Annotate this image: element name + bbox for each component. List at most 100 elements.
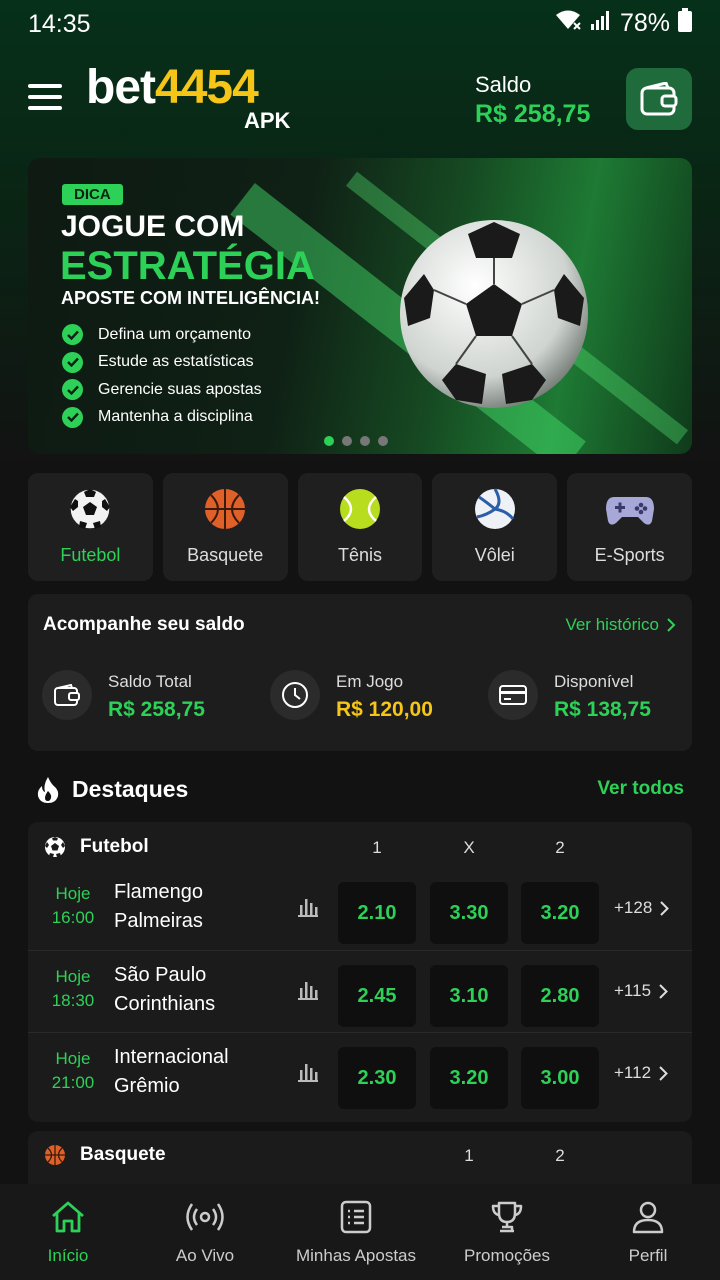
balance-card-title: Acompanhe seu saldo bbox=[43, 614, 245, 635]
sport-esports[interactable]: E-Sports bbox=[567, 473, 692, 581]
nav-perfil[interactable]: Perfil bbox=[576, 1184, 720, 1280]
sports-categories: Futebol Basquete Tênis Vôlei E-Sports bbox=[28, 473, 692, 581]
sport-tenis[interactable]: Tênis bbox=[297, 473, 423, 581]
match-row[interactable]: Hoje 16:00 Flamengo Palmeiras 2.10 3.30 3.… bbox=[28, 868, 692, 950]
match-teams: Flamengo Palmeiras bbox=[114, 878, 203, 936]
check-icon bbox=[62, 351, 83, 373]
balance-item-label: Em Jogo bbox=[336, 672, 404, 691]
nav-promocoes[interactable]: Promoções bbox=[438, 1184, 576, 1280]
banner-tip-text: Estude as estatísticas bbox=[98, 353, 254, 371]
history-link[interactable]: Ver histórico bbox=[565, 615, 676, 635]
pagination-dot[interactable] bbox=[342, 436, 352, 446]
sport-label: Tênis bbox=[337, 545, 382, 565]
home-team: Flamengo bbox=[114, 881, 203, 903]
odd-button[interactable]: 3.20 bbox=[521, 882, 599, 944]
banner-tip: Gerencie suas apostas bbox=[62, 376, 262, 404]
menu-icon[interactable] bbox=[28, 84, 62, 112]
promo-banner[interactable]: DICA JOGUE COM ESTRATÉGIA APOSTE COM INT… bbox=[28, 158, 692, 454]
status-bar: 14:35 78% bbox=[0, 0, 720, 48]
banner-tip-text: Defina um orçamento bbox=[98, 325, 251, 343]
away-team: Corinthians bbox=[114, 993, 216, 1015]
wallet-icon bbox=[42, 670, 92, 720]
wallet-button[interactable] bbox=[626, 68, 692, 130]
match-time: Hoje 16:00 bbox=[44, 882, 102, 930]
nav-minhas-apostas[interactable]: Minhas Apostas bbox=[274, 1184, 438, 1280]
balance-item-label: Saldo Total bbox=[108, 672, 192, 691]
odds-column-header: 2 bbox=[555, 1146, 565, 1165]
sport-label: Vôlei bbox=[474, 545, 515, 565]
pagination-dot[interactable] bbox=[378, 436, 388, 446]
highlights-header: Destaques Ver todos bbox=[28, 770, 692, 810]
bet-list-icon bbox=[340, 1200, 372, 1234]
match-row[interactable]: Hoje 21:00 Internacional Grêmio 2.30 3.20 … bbox=[28, 1032, 692, 1114]
match-time: Hoje 21:00 bbox=[44, 1047, 102, 1095]
match-hour: 16:00 bbox=[51, 908, 95, 927]
match-day: Hoje bbox=[55, 967, 91, 986]
sport-futebol[interactable]: Futebol bbox=[28, 473, 153, 581]
app-logo[interactable]: bet4454 APK bbox=[86, 61, 290, 134]
banner-tip: Defina um orçamento bbox=[62, 321, 262, 349]
soccer-ball-icon bbox=[69, 488, 112, 530]
basketball-icon bbox=[45, 1145, 65, 1165]
sport-volei[interactable]: Vôlei bbox=[432, 473, 558, 581]
sport-label: Futebol bbox=[60, 545, 121, 565]
sport-label: E-Sports bbox=[594, 545, 665, 565]
soccer-ball-image bbox=[400, 220, 588, 408]
check-icon bbox=[62, 324, 83, 346]
status-time: 14:35 bbox=[28, 10, 91, 38]
banner-title-1: JOGUE COM bbox=[61, 210, 245, 243]
logo-sub: APK bbox=[244, 108, 291, 133]
nav-label: Ao Vivo bbox=[175, 1246, 235, 1265]
match-row[interactable]: Hoje 18:30 São Paulo Corinthians 2.45 3.10… bbox=[28, 950, 692, 1032]
odd-button[interactable]: 3.30 bbox=[430, 882, 508, 944]
odds-column-header: 1 bbox=[464, 1146, 474, 1165]
odd-button[interactable]: 2.45 bbox=[338, 965, 416, 1027]
stats-icon[interactable] bbox=[296, 896, 320, 918]
match-teams: São Paulo Corinthians bbox=[114, 961, 215, 1019]
pagination-dot[interactable] bbox=[324, 436, 334, 446]
odd-button[interactable]: 2.80 bbox=[521, 965, 599, 1027]
nav-ao-vivo[interactable]: Ao Vivo bbox=[136, 1184, 274, 1280]
balance-item-value: R$ 120,00 bbox=[336, 698, 433, 721]
more-markets-count: +115 bbox=[614, 981, 652, 1000]
odds-column-header: 1 bbox=[372, 838, 382, 857]
stats-icon[interactable] bbox=[296, 979, 320, 1001]
more-markets-button[interactable]: +115 bbox=[614, 981, 668, 1001]
match-teams: Internacional Grêmio bbox=[114, 1043, 229, 1101]
pagination-dot[interactable] bbox=[360, 436, 370, 446]
logo-main: bet bbox=[86, 61, 156, 114]
history-link-label: Ver histórico bbox=[565, 615, 659, 634]
highlights-title: Destaques bbox=[72, 776, 189, 802]
odd-button[interactable]: 3.10 bbox=[430, 965, 508, 1027]
volleyball-icon bbox=[474, 488, 515, 529]
trophy-icon bbox=[491, 1201, 523, 1233]
balance-item-label: Disponível bbox=[554, 672, 634, 691]
match-time: Hoje 18:30 bbox=[44, 965, 102, 1013]
battery-icon bbox=[678, 8, 692, 39]
tennis-ball-icon bbox=[339, 489, 380, 529]
sport-basquete[interactable]: Basquete bbox=[162, 473, 288, 581]
league-name: Basquete bbox=[80, 1144, 166, 1165]
nav-inicio[interactable]: Início bbox=[0, 1184, 136, 1280]
more-markets-button[interactable]: +128 bbox=[614, 898, 670, 918]
wifi-icon bbox=[554, 9, 582, 38]
see-all-link[interactable]: Ver todos bbox=[597, 778, 684, 800]
odds-column-header: X bbox=[463, 838, 475, 857]
balance-card: Acompanhe seu saldo Ver histórico Saldo … bbox=[28, 594, 692, 751]
balance-value: R$ 258,75 bbox=[475, 100, 591, 128]
home-icon bbox=[52, 1201, 84, 1233]
balance-item-value: R$ 258,75 bbox=[108, 698, 205, 721]
odd-button[interactable]: 2.30 bbox=[338, 1047, 416, 1109]
balance-item-value: R$ 138,75 bbox=[554, 698, 651, 721]
stats-icon[interactable] bbox=[296, 1061, 320, 1083]
more-markets-button[interactable]: +112 bbox=[614, 1063, 668, 1083]
wallet-icon bbox=[640, 82, 678, 116]
clock-icon bbox=[270, 670, 320, 720]
sport-label: Basquete bbox=[187, 545, 264, 565]
odd-button[interactable]: 3.20 bbox=[430, 1047, 508, 1109]
odd-button[interactable]: 2.10 bbox=[338, 882, 416, 944]
odd-button[interactable]: 3.00 bbox=[521, 1047, 599, 1109]
nav-label: Promoções bbox=[464, 1246, 550, 1265]
more-markets-count: +112 bbox=[614, 1063, 652, 1082]
banner-tips-list: Defina um orçamento Estude as estatístic… bbox=[62, 321, 262, 431]
